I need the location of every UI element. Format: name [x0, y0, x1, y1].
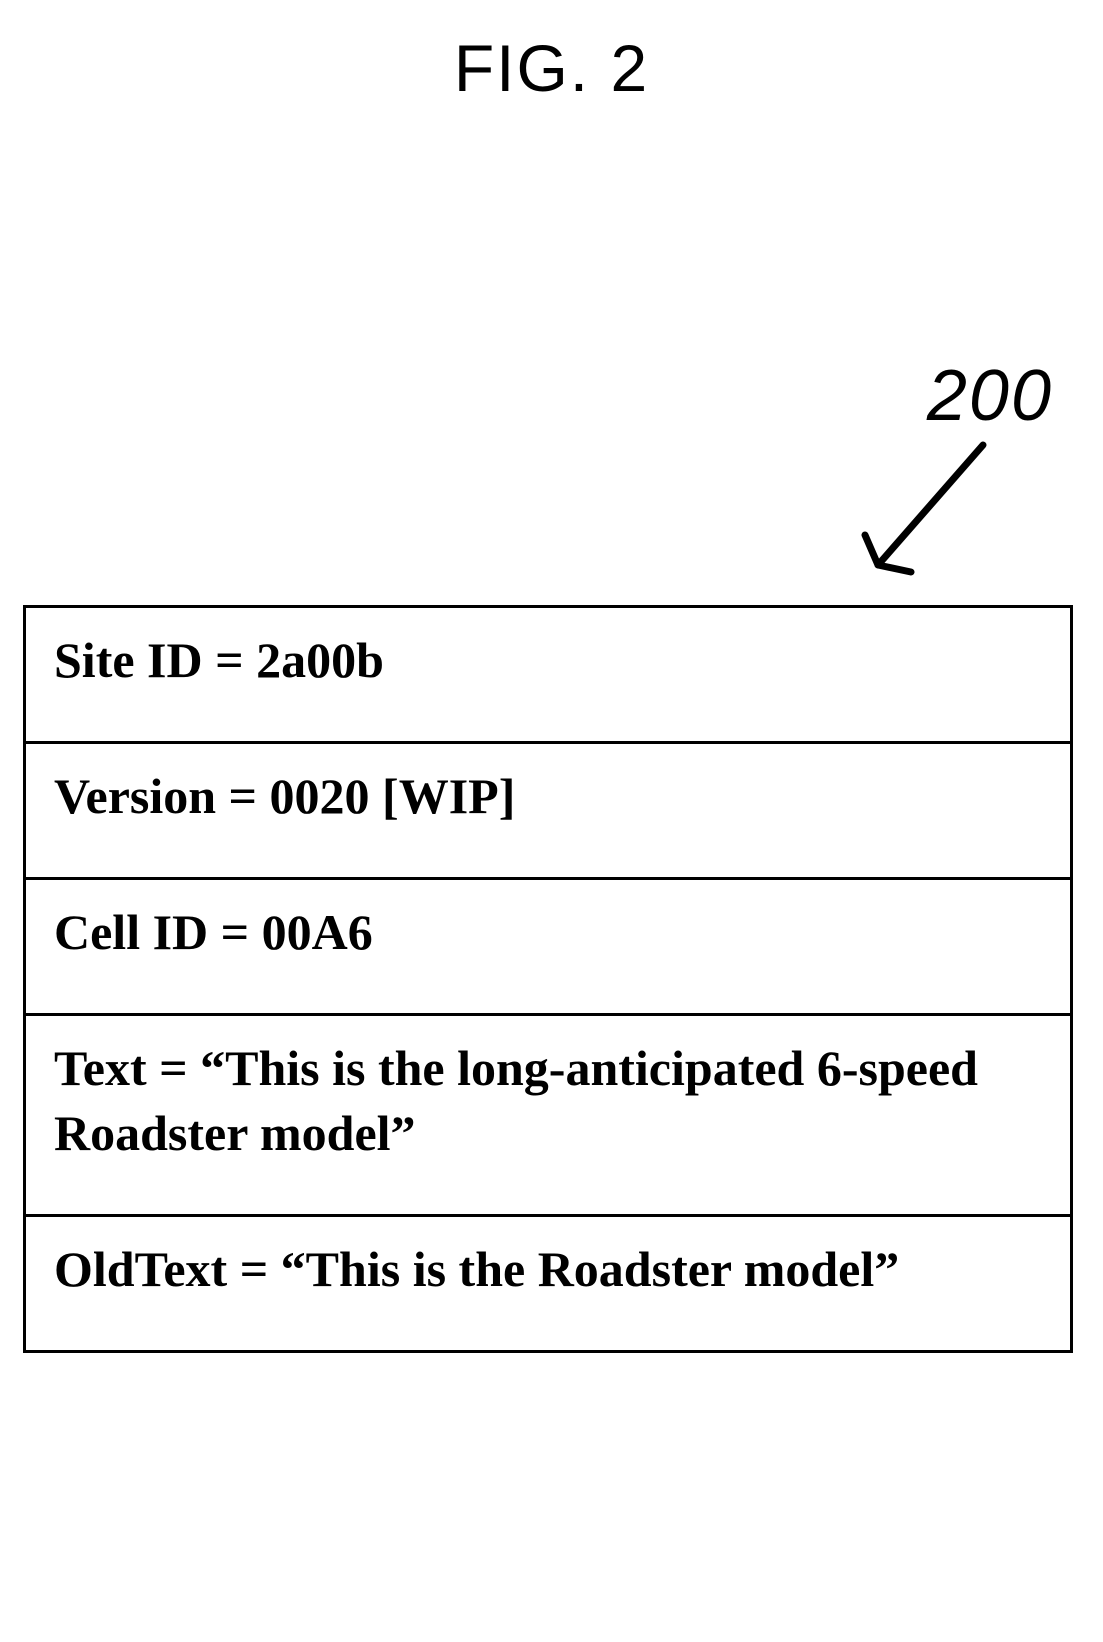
- table-row: Text = “This is the long-anticipated 6-s…: [25, 1015, 1072, 1216]
- table-row: OldText = “This is the Roadster model”: [25, 1216, 1072, 1352]
- table-row: Cell ID = 00A6: [25, 879, 1072, 1015]
- cell-id-cell: Cell ID = 00A6: [25, 879, 1072, 1015]
- version-cell: Version = 0020 [WIP]: [25, 743, 1072, 879]
- oldtext-cell: OldText = “This is the Roadster model”: [25, 1216, 1072, 1352]
- arrow-icon: [853, 430, 1003, 590]
- table-row: Version = 0020 [WIP]: [25, 743, 1072, 879]
- data-record-table: Site ID = 2a00b Version = 0020 [WIP] Cel…: [23, 605, 1073, 1353]
- figure-title: FIG. 2: [0, 30, 1103, 106]
- site-id-cell: Site ID = 2a00b: [25, 607, 1072, 743]
- reference-annotation: 200: [843, 355, 1053, 585]
- reference-number: 200: [927, 355, 1053, 437]
- table-row: Site ID = 2a00b: [25, 607, 1072, 743]
- text-cell: Text = “This is the long-anticipated 6-s…: [25, 1015, 1072, 1216]
